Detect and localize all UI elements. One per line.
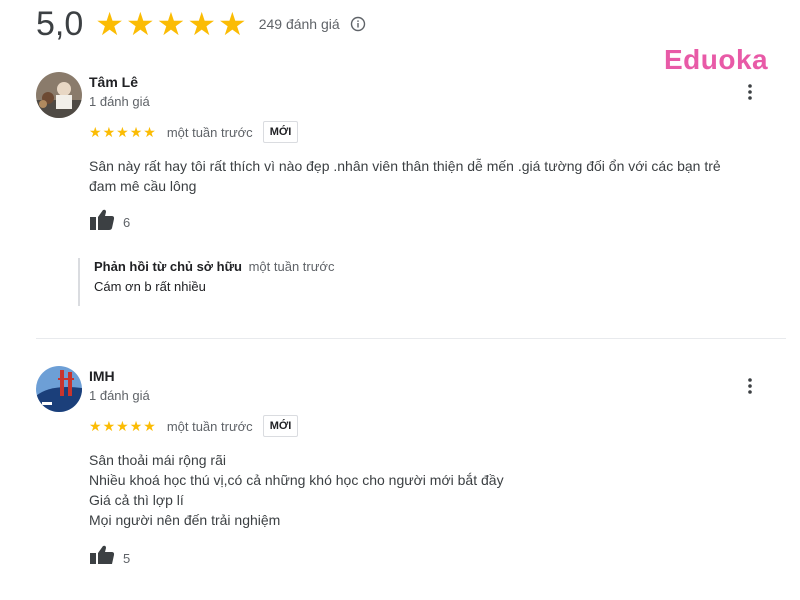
author-review-count: 1 đánh giá (89, 94, 150, 109)
new-badge: MỚI (262, 121, 299, 143)
review-text: Sân thoải mái rộng rãi Nhiều khoá học th… (89, 450, 779, 530)
viewport-bottom-edge (0, 564, 800, 600)
like-button[interactable]: 6 (89, 209, 131, 236)
review-stars: ★ ★ ★ ★ ★ (89, 125, 157, 139)
reviews-panel: 5,0 ★ ★ ★ ★ ★ 249 đánh giá Eduoka Tâm Lê… (0, 0, 800, 600)
star-icon: ★ (129, 124, 143, 140)
rating-summary: 5,0 ★ ★ ★ ★ ★ 249 đánh giá (36, 4, 366, 44)
avatar[interactable] (36, 366, 82, 412)
review-rating-row: ★ ★ ★ ★ ★ một tuần trước MỚI (89, 120, 299, 144)
review-rating-row: ★ ★ ★ ★ ★ một tuần trước MỚI (89, 414, 299, 438)
star-icon: ★ (156, 6, 186, 42)
star-icon: ★ (89, 418, 102, 434)
author-name[interactable]: Tâm Lê (89, 74, 138, 90)
review-stars: ★ ★ ★ ★ ★ (89, 419, 157, 433)
owner-reply: Phản hồi từ chủ sở hữu một tuần trước Cá… (78, 258, 768, 306)
owner-reply-time: một tuần trước (248, 259, 335, 274)
star-icon: ★ (187, 6, 217, 42)
owner-reply-header: Phản hồi từ chủ sở hữu một tuần trước (94, 258, 768, 276)
owner-reply-text: Cám ơn b rất nhiều (94, 279, 206, 294)
star-icon: ★ (125, 6, 155, 42)
new-badge: MỚI (262, 415, 299, 437)
star-icon: ★ (143, 418, 156, 434)
more-vert-icon[interactable] (744, 82, 756, 102)
avatar[interactable] (36, 72, 82, 118)
review-count: 249 đánh giá (258, 16, 340, 32)
owner-reply-title: Phản hồi từ chủ sở hữu (94, 259, 242, 274)
author-review-count: 1 đánh giá (89, 388, 150, 403)
thumbs-up-icon[interactable] (89, 209, 115, 236)
review-time: một tuần trước (166, 124, 253, 140)
review-text-line: Sân thoải mái rộng rãi (89, 452, 226, 468)
like-count: 6 (123, 214, 131, 230)
star-icon: ★ (129, 418, 143, 434)
review-time: một tuần trước (166, 418, 253, 434)
star-icon: ★ (95, 6, 124, 42)
review-text-line: Mọi người nên đến trải nghiệm (89, 512, 281, 528)
star-icon: ★ (116, 418, 129, 434)
review-text-line: Sân này rất hay tôi rất thích vì nào đẹp… (89, 158, 721, 174)
average-stars: ★ ★ ★ ★ ★ (95, 8, 248, 40)
eduoka-watermark-logo: Eduoka (664, 44, 769, 75)
average-score: 5,0 (36, 4, 84, 43)
review-text: Sân này rất hay tôi rất thích vì nào đẹp… (89, 156, 779, 196)
review-text-line: Giá cả thì lợp lí (89, 492, 184, 508)
author-name[interactable]: IMH (89, 368, 115, 384)
star-icon: ★ (116, 124, 129, 140)
review-text-line: Nhiều khoá học thú vị,có cả những khó họ… (89, 472, 504, 488)
star-icon: ★ (218, 6, 247, 42)
review-text-line: đam mê cầu lông (89, 178, 197, 194)
star-icon: ★ (102, 418, 116, 434)
star-icon: ★ (143, 124, 156, 140)
star-icon: ★ (102, 124, 116, 140)
review-divider (36, 338, 786, 339)
more-vert-icon[interactable] (744, 376, 756, 396)
info-icon[interactable] (350, 16, 366, 32)
star-icon: ★ (89, 124, 102, 140)
